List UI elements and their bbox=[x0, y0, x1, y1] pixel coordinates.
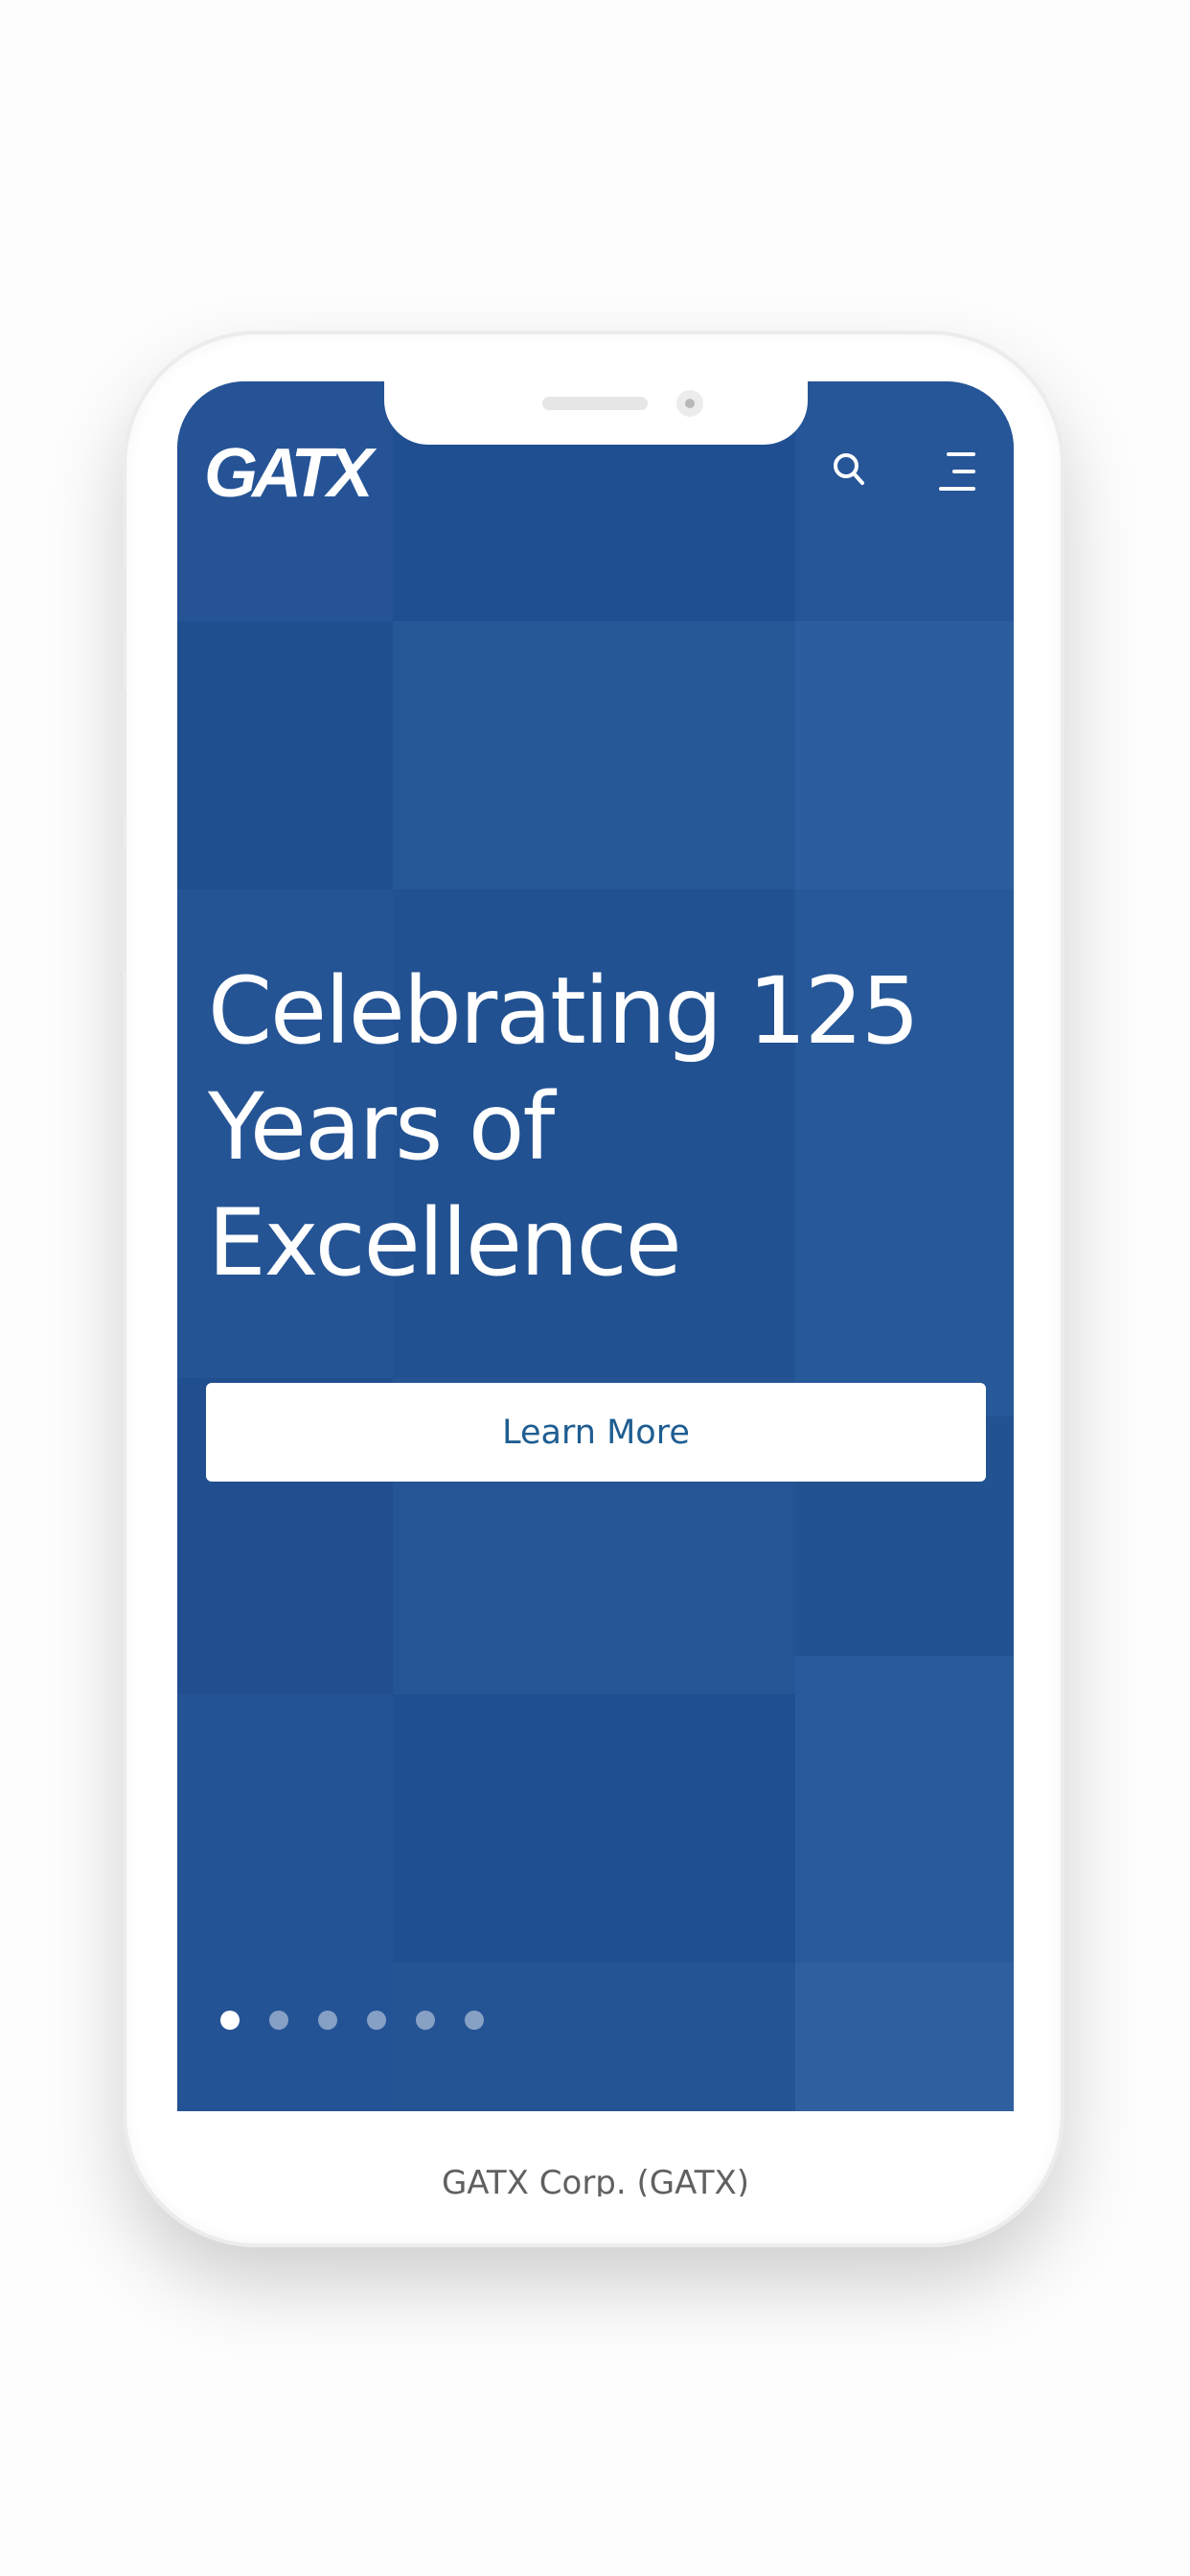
carousel-dot[interactable] bbox=[318, 2011, 337, 2030]
phone-notch bbox=[384, 381, 808, 445]
phone-side-button bbox=[119, 565, 126, 632]
headline-line: Years of bbox=[208, 1073, 555, 1181]
menu-icon-bar bbox=[947, 452, 975, 456]
carousel-dot-active[interactable] bbox=[220, 2011, 240, 2030]
learn-more-button[interactable]: Learn More bbox=[206, 1383, 986, 1482]
headline-line: Celebrating 125 bbox=[208, 957, 920, 1065]
carousel-dot[interactable] bbox=[269, 2011, 288, 2030]
headline-line: Excellence bbox=[208, 1189, 682, 1297]
carousel-pagination bbox=[220, 2011, 484, 2030]
carousel-dot[interactable] bbox=[367, 2011, 386, 2030]
search-icon[interactable] bbox=[830, 450, 868, 489]
phone-speaker bbox=[542, 397, 648, 410]
stock-ticker-label: GATX Corp. (GATX) bbox=[441, 2164, 750, 2196]
carousel-dot[interactable] bbox=[465, 2011, 484, 2030]
phone-camera bbox=[676, 390, 703, 417]
menu-icon-bar bbox=[952, 470, 975, 473]
menu-icon-bar bbox=[939, 487, 975, 491]
phone-side-button bbox=[1066, 733, 1074, 934]
hero-headline: Celebrating 125 Years of Excellence bbox=[208, 954, 974, 1301]
gatx-logo[interactable]: GATX bbox=[204, 439, 374, 508]
phone-side-button bbox=[119, 848, 126, 973]
hamburger-menu-icon[interactable] bbox=[937, 450, 975, 493]
carousel-dot[interactable] bbox=[416, 2011, 435, 2030]
phone-side-button bbox=[119, 690, 126, 815]
